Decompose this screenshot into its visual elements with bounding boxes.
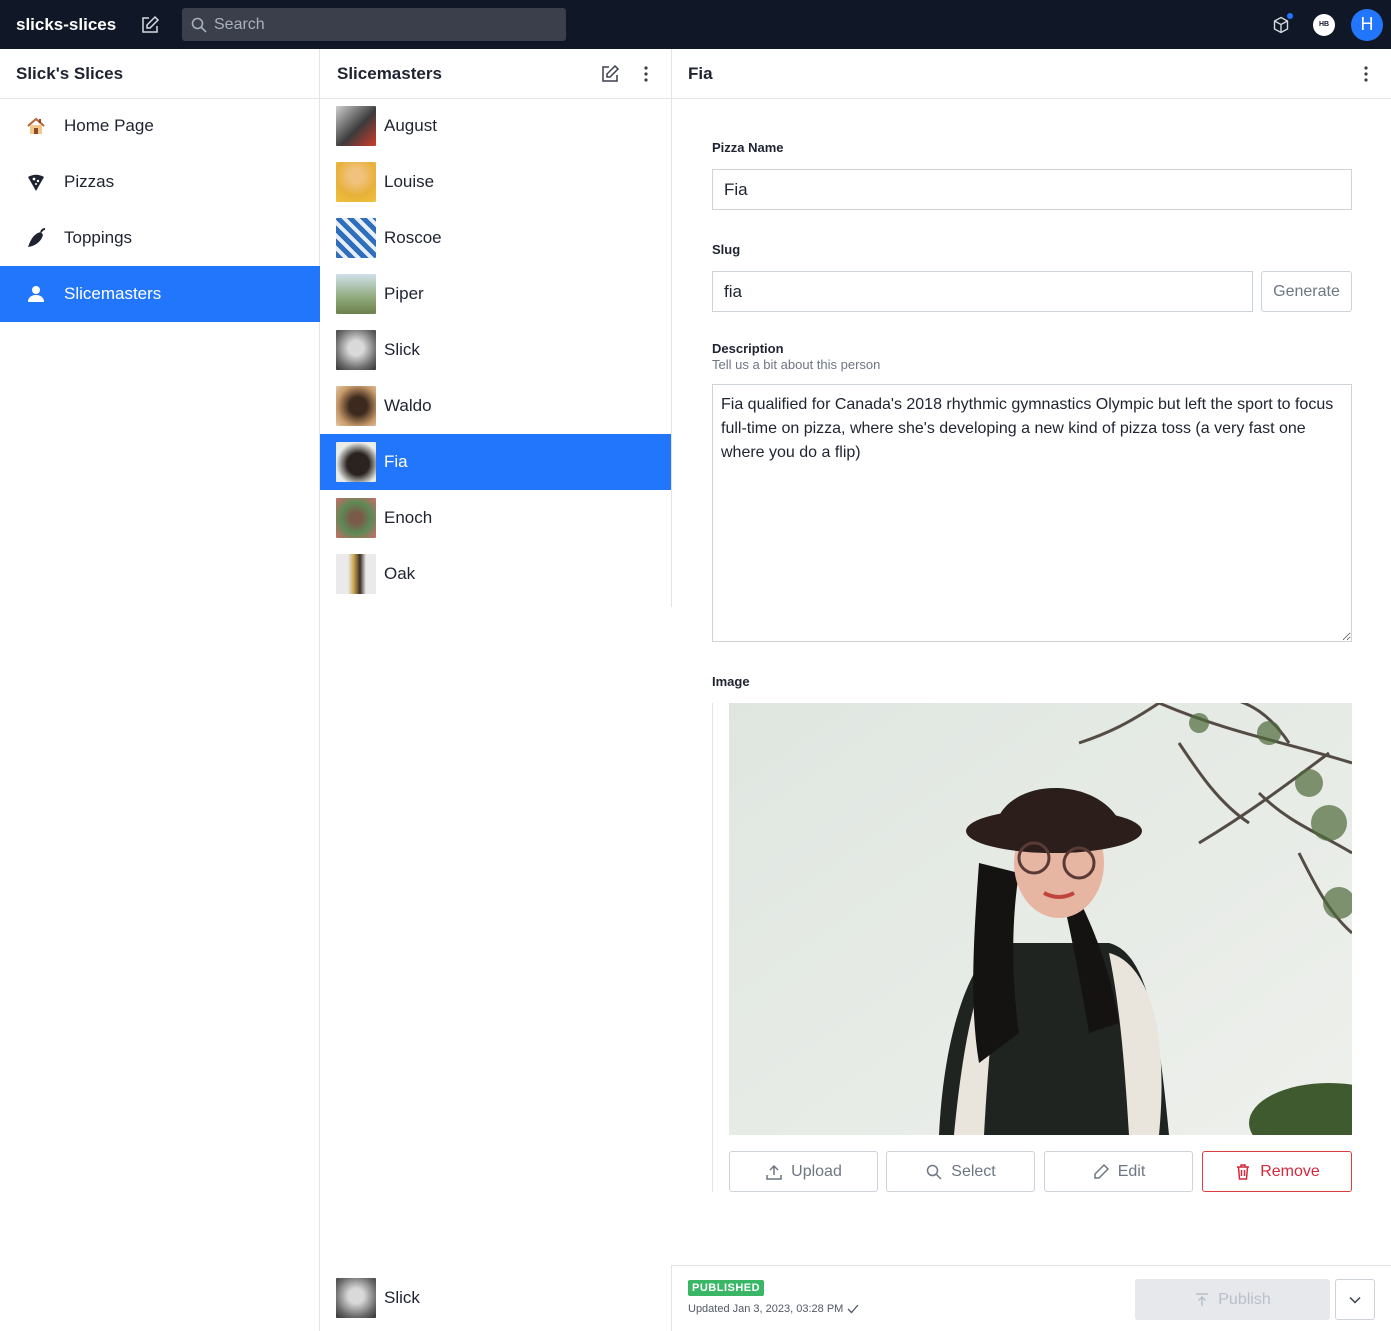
compose-icon[interactable]: [134, 9, 166, 41]
nav-item-label: Pizzas: [64, 172, 115, 191]
select-label: Select: [951, 1162, 996, 1180]
package-icon[interactable]: [1269, 12, 1293, 37]
slicemasters-pane-title: Slicemasters: [337, 63, 442, 83]
list-item-label: Slick: [384, 1288, 420, 1307]
list-item-oak[interactable]: Oak: [320, 546, 671, 602]
description-label: Description: [712, 341, 784, 356]
edit-button[interactable]: Edit: [1044, 1151, 1193, 1192]
search-icon: [925, 1163, 943, 1181]
list-item-august[interactable]: August: [320, 98, 671, 154]
slug-input[interactable]: [712, 271, 1253, 312]
list-item-waldo[interactable]: Waldo: [320, 378, 671, 434]
document-footer: PUBLISHED Updated Jan 3, 2023, 03:28 PM …: [672, 1265, 1391, 1331]
list-item-label: Louise: [384, 172, 435, 191]
nav-item-label: Home Page: [64, 116, 154, 135]
nav-item-label: Toppings: [64, 228, 133, 247]
avatar: [336, 330, 376, 370]
more-vertical-icon[interactable]: [1350, 58, 1382, 90]
portrait-image: [729, 703, 1352, 1135]
remove-button[interactable]: Remove: [1202, 1151, 1352, 1192]
list-item-piper[interactable]: Piper: [320, 266, 671, 322]
compose-icon[interactable]: [594, 58, 626, 90]
list-item-label: Slick: [384, 340, 420, 359]
avatar: [336, 274, 376, 314]
avatar: [336, 1278, 376, 1318]
publish-menu-button[interactable]: [1335, 1279, 1375, 1320]
user-avatar[interactable]: H: [1351, 8, 1383, 41]
search-icon: [190, 16, 208, 34]
status-badge: PUBLISHED: [688, 1280, 765, 1296]
structure-pane-header: Slick's Slices: [0, 49, 320, 99]
description-textarea[interactable]: Fia qualified for Canada's 2018 rhythmic…: [712, 384, 1352, 642]
list-item-slick-pinned[interactable]: Slick: [320, 1265, 672, 1331]
avatar: [336, 218, 376, 258]
list-item-label: Waldo: [384, 396, 432, 415]
document-editor: [672, 49, 1391, 1331]
pencil-icon: [1092, 1163, 1110, 1181]
user-badge[interactable]: HB: [1313, 13, 1335, 36]
avatar: [336, 498, 376, 538]
list-item-fia[interactable]: Fia: [320, 434, 671, 490]
description-hint: Tell us a bit about this person: [712, 357, 881, 372]
avatar: [336, 386, 376, 426]
list-item-enoch[interactable]: Enoch: [320, 490, 671, 546]
list-item-label: Piper: [384, 284, 424, 303]
list-item-louise[interactable]: Louise: [320, 154, 671, 210]
pizza-icon: [24, 170, 48, 194]
house-icon: [24, 114, 48, 138]
nav-item-home-page[interactable]: Home Page: [0, 98, 320, 154]
upload-icon: [765, 1163, 783, 1181]
search-input[interactable]: [214, 15, 554, 34]
top-bar: slicks-slices HB H: [0, 0, 1391, 49]
avatar: [336, 554, 376, 594]
avatar: [336, 106, 376, 146]
check-icon: [847, 1304, 859, 1314]
pizza-name-label: Pizza Name: [712, 140, 784, 155]
publish-button[interactable]: Publish: [1135, 1279, 1330, 1320]
search-box[interactable]: [182, 8, 566, 41]
project-name[interactable]: slicks-slices: [16, 15, 134, 35]
publish-label: Publish: [1218, 1290, 1271, 1308]
pizza-name-input[interactable]: [712, 169, 1352, 210]
pepper-icon: [24, 226, 48, 250]
top-right-tools: HB H: [1269, 0, 1391, 49]
notification-dot: [1287, 12, 1293, 19]
list-item-label: Enoch: [384, 508, 433, 527]
upload-label: Upload: [791, 1162, 842, 1180]
list-item-label: Oak: [384, 564, 416, 583]
list-item-label: Roscoe: [384, 228, 442, 247]
edit-label: Edit: [1117, 1162, 1146, 1180]
slicemasters-pane-header: Slicemasters: [320, 49, 672, 99]
avatar: [336, 162, 376, 202]
document-title: Fia: [688, 63, 713, 83]
avatar: [336, 442, 376, 482]
slug-label: Slug: [712, 242, 741, 257]
chevron-down-icon: [1349, 1296, 1361, 1304]
nav-item-label: Slicemasters: [64, 284, 162, 303]
select-button[interactable]: Select: [886, 1151, 1035, 1192]
upload-button[interactable]: Upload: [729, 1151, 878, 1192]
more-vertical-icon[interactable]: [630, 58, 662, 90]
nav-item-toppings[interactable]: Toppings: [0, 210, 320, 266]
publish-icon: [1194, 1292, 1210, 1308]
trash-icon: [1234, 1163, 1252, 1181]
list-item-label: Fia: [384, 452, 408, 471]
list-item-roscoe[interactable]: Roscoe: [320, 210, 671, 266]
image-label: Image: [712, 674, 750, 689]
list-item-label: August: [384, 116, 437, 135]
nav-item-slicemasters[interactable]: Slicemasters: [0, 266, 320, 322]
list-item-slick[interactable]: Slick: [320, 322, 671, 378]
structure-pane-title: Slick's Slices: [16, 63, 124, 83]
person-icon: [24, 282, 48, 306]
updated-timestamp: Updated Jan 3, 2023, 03:28 PM: [688, 1303, 859, 1315]
generate-button[interactable]: Generate: [1261, 271, 1352, 312]
updated-text: Updated Jan 3, 2023, 03:28 PM: [688, 1303, 844, 1315]
editor-header: Fia: [672, 49, 1391, 99]
image-field-rail: [712, 703, 713, 1192]
nav-item-pizzas[interactable]: Pizzas: [0, 154, 320, 210]
remove-label: Remove: [1260, 1162, 1320, 1180]
image-preview[interactable]: [729, 703, 1352, 1135]
